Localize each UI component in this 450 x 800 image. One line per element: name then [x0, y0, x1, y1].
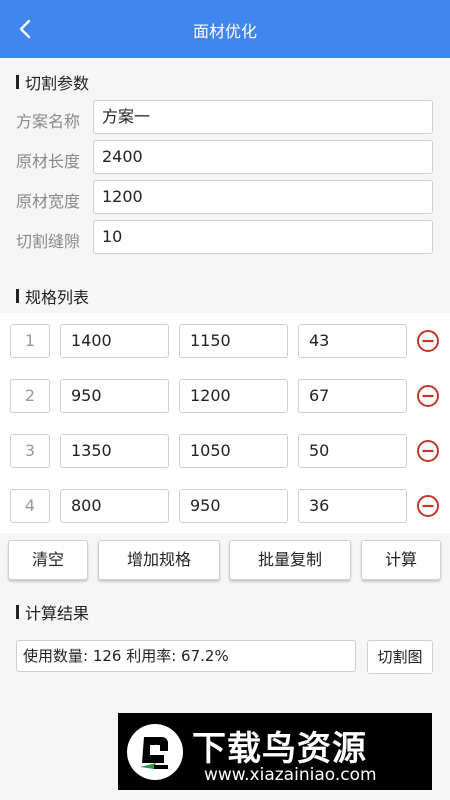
- result-summary: 使用数量: 126 利用率: 67.2%: [16, 640, 356, 672]
- params-section-title: 切割参数: [16, 70, 89, 94]
- spec-length-input[interactable]: 1350: [60, 434, 169, 468]
- spec-length-input[interactable]: 800: [60, 489, 169, 523]
- spec-qty-input[interactable]: 50: [298, 434, 407, 468]
- result-title-text: 计算结果: [25, 604, 90, 623]
- stock-length-label: 原材长度: [16, 152, 81, 171]
- result-section-title: 计算结果: [16, 600, 89, 624]
- clear-button[interactable]: 清空: [8, 540, 88, 580]
- section-marker: [16, 289, 19, 303]
- spec-qty-input[interactable]: 43: [298, 324, 407, 358]
- spec-width-input[interactable]: 1200: [179, 379, 288, 413]
- spec-qty-input[interactable]: 36: [298, 489, 407, 523]
- section-marker: [16, 605, 19, 619]
- spec-width-input[interactable]: 1150: [179, 324, 288, 358]
- spec-row-index: 4: [10, 489, 50, 523]
- remove-row-icon[interactable]: [416, 494, 440, 518]
- page-title: 面材优化: [192, 22, 257, 41]
- scheme-name-input[interactable]: 方案一: [93, 100, 433, 134]
- remove-row-icon[interactable]: [416, 439, 440, 463]
- kerf-input[interactable]: 10: [93, 220, 433, 254]
- watermark-url: www.xiazainiao.com: [204, 765, 377, 785]
- bird-logo-icon: [127, 724, 183, 780]
- spec-width-input[interactable]: 1050: [179, 434, 288, 468]
- section-marker: [16, 75, 19, 89]
- kerf-label: 切割缝隙: [16, 232, 81, 251]
- spec-width-input[interactable]: 950: [179, 489, 288, 523]
- add-spec-button[interactable]: 增加规格: [98, 540, 220, 580]
- remove-row-icon[interactable]: [416, 329, 440, 353]
- calculate-button[interactable]: 计算: [361, 540, 441, 580]
- stock-length-input[interactable]: 2400: [93, 140, 433, 174]
- spec-row-index: 3: [10, 434, 50, 468]
- stock-width-label: 原材宽度: [16, 192, 81, 211]
- batch-copy-button[interactable]: 批量复制: [229, 540, 351, 580]
- watermark-text: 下载鸟资源: [192, 729, 367, 769]
- spec-row-index: 1: [10, 324, 50, 358]
- params-title-text: 切割参数: [25, 74, 90, 93]
- spec-length-input[interactable]: 950: [60, 379, 169, 413]
- spec-length-input[interactable]: 1400: [60, 324, 169, 358]
- scheme-name-label: 方案名称: [16, 112, 81, 131]
- remove-row-icon[interactable]: [416, 384, 440, 408]
- cut-diagram-button[interactable]: 切割图: [367, 640, 433, 674]
- stock-width-input[interactable]: 1200: [93, 180, 433, 214]
- app-header: 面材优化: [0, 0, 450, 58]
- specs-section-title: 规格列表: [16, 284, 89, 308]
- specs-title-text: 规格列表: [25, 288, 90, 307]
- spec-row-index: 2: [10, 379, 50, 413]
- watermark-banner: 下载鸟资源 www.xiazainiao.com: [118, 713, 432, 790]
- spec-qty-input[interactable]: 67: [298, 379, 407, 413]
